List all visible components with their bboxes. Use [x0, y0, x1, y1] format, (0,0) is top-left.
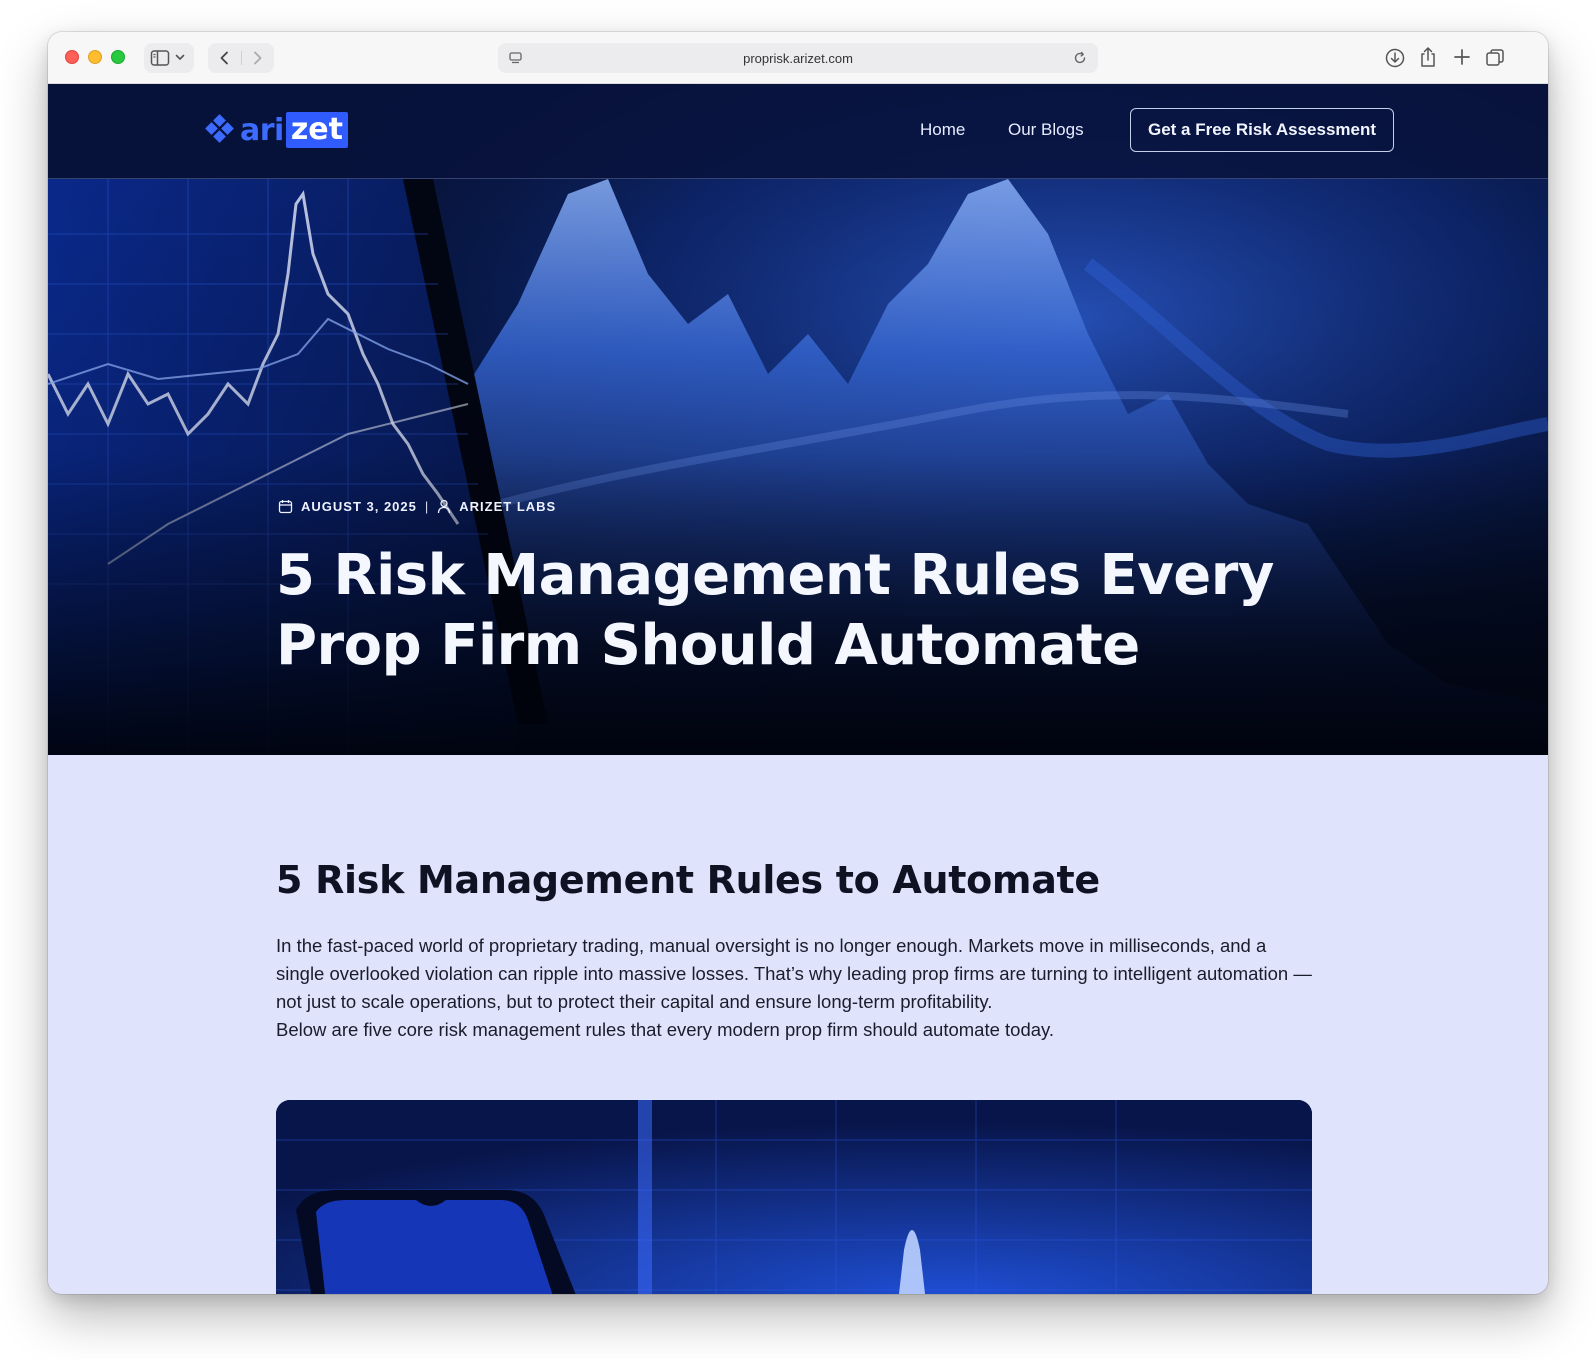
browser-toolbar: proprisk.arizet.com	[48, 32, 1548, 84]
post-date: AUGUST 3, 2025	[301, 499, 417, 514]
chevron-down-icon	[174, 51, 186, 63]
sidebar-toggle-button[interactable]	[144, 43, 194, 73]
tab-overview-icon[interactable]	[1484, 47, 1506, 69]
downloads-icon[interactable]	[1384, 47, 1406, 69]
trading-chart-image	[276, 1100, 1312, 1294]
user-icon	[437, 499, 451, 514]
history-nav	[208, 43, 274, 73]
nav-blogs-link[interactable]: Our Blogs	[1008, 120, 1084, 140]
article-intro: In the fast-paced world of proprietary t…	[276, 932, 1316, 1044]
intro-paragraph: In the fast-paced world of proprietary t…	[276, 935, 1312, 1012]
article-body: 5 Risk Management Rules to Automate In t…	[48, 755, 1548, 1294]
back-button[interactable]	[216, 49, 234, 67]
post-author[interactable]: ARIZET LABS	[459, 499, 556, 514]
diamond-logo-icon	[205, 114, 234, 143]
address-bar[interactable]: proprisk.arizet.com	[498, 43, 1098, 73]
nav-home-link[interactable]: Home	[920, 120, 965, 140]
article-heading: 5 Risk Management Rules to Automate	[276, 858, 1100, 902]
close-window-button[interactable]	[65, 50, 79, 64]
share-icon[interactable]	[1418, 45, 1438, 69]
logo-text-part2: zet	[285, 112, 348, 148]
url-text: proprisk.arizet.com	[743, 50, 853, 66]
site-logo[interactable]: ari zet	[204, 112, 348, 148]
chevron-left-icon	[220, 51, 228, 65]
post-title: 5 Risk Management Rules Every Prop Firm …	[276, 543, 1274, 678]
page-menu-icon[interactable]	[508, 51, 524, 68]
intro-paragraph-2: Below are five core risk management rule…	[276, 1019, 1055, 1040]
sidebar-icon	[150, 49, 170, 67]
meta-separator: |	[424, 499, 430, 514]
browser-window: proprisk.arizet.com ari zet Home Our Blo…	[48, 32, 1548, 1294]
new-tab-icon[interactable]	[1452, 47, 1472, 67]
calendar-icon	[278, 499, 293, 514]
risk-assessment-button[interactable]: Get a Free Risk Assessment	[1130, 108, 1394, 152]
chevron-right-icon	[254, 51, 262, 65]
zoom-window-button[interactable]	[111, 50, 125, 64]
forward-button[interactable]	[248, 49, 266, 67]
divider	[241, 51, 242, 65]
reload-icon[interactable]	[1072, 50, 1088, 69]
logo-text-part1: ari	[240, 112, 284, 148]
article-image	[276, 1100, 1312, 1294]
hero-section: ari zet Home Our Blogs Get a Free Risk A…	[48, 84, 1548, 755]
minimize-window-button[interactable]	[88, 50, 102, 64]
site-header: ari zet Home Our Blogs Get a Free Risk A…	[48, 84, 1548, 179]
post-meta: AUGUST 3, 2025 | ARIZET LABS	[278, 499, 556, 514]
